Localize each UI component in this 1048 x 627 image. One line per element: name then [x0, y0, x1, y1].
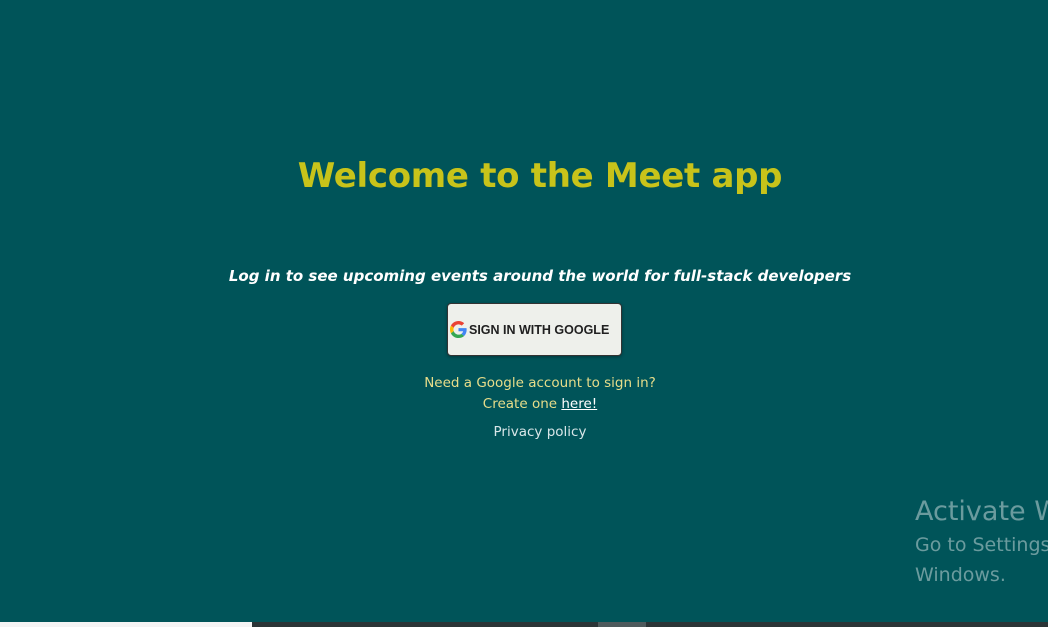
watermark-line-1: Go to Settings to activate — [915, 534, 1048, 556]
create-account-line: Create one here! — [0, 394, 1048, 414]
taskbar-active-app[interactable] — [598, 622, 646, 627]
create-account-prefix: Create one — [482, 396, 562, 412]
google-g-icon — [450, 321, 467, 338]
page-title: Welcome to the Meet app — [297, 156, 783, 196]
watermark-title: Activate Windows — [915, 496, 1048, 527]
page-tagline: Log in to see upcoming events around the… — [228, 267, 852, 285]
taskbar-edge — [0, 622, 1048, 627]
watermark-line-2: Windows. — [915, 564, 1006, 586]
google-sign-in-label: SIGN IN WITH GOOGLE — [469, 322, 610, 337]
taskbar-search-area[interactable] — [0, 622, 252, 627]
google-sign-in-button[interactable]: SIGN IN WITH GOOGLE — [447, 303, 622, 356]
activate-windows-watermark: Activate Windows Go to Settings to activ… — [915, 494, 1048, 590]
privacy-policy-link[interactable]: Privacy policy — [0, 422, 1048, 442]
create-account-link[interactable]: here! — [561, 396, 597, 412]
need-account-text: Need a Google account to sign in? — [424, 375, 656, 391]
